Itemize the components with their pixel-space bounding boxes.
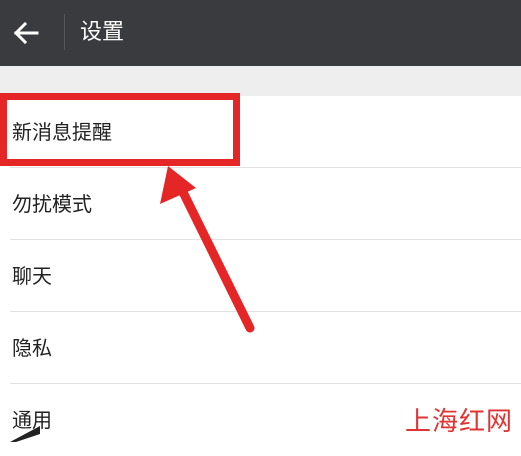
section-gap (0, 66, 521, 96)
settings-item-label: 隐私 (12, 336, 52, 360)
page-title: 设置 (80, 20, 125, 45)
settings-item-label: 新消息提醒 (12, 120, 112, 144)
watermark: 上海红网 (404, 407, 513, 437)
settings-item-privacy[interactable]: 隐私 (0, 312, 521, 384)
settings-item-label: 勿扰模式 (12, 192, 92, 216)
settings-item-chat[interactable]: 聊天 (0, 240, 521, 312)
settings-item-new-message-alerts[interactable]: 新消息提醒 (0, 96, 521, 168)
settings-item-do-not-disturb[interactable]: 勿扰模式 (0, 168, 521, 240)
back-button[interactable] (0, 0, 52, 66)
title-divider (64, 14, 65, 50)
settings-item-label: 聊天 (12, 264, 52, 288)
title-bar: 设置 (0, 0, 521, 66)
settings-item-label: 通用 (12, 408, 52, 432)
arrow-left-icon (13, 22, 39, 44)
